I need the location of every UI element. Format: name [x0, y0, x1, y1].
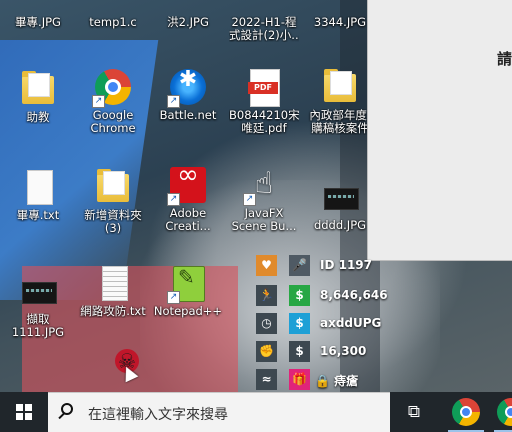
icon-label: dddd.JPG — [313, 219, 367, 232]
stats-row: ≈ 🎁 🔒 痔瘡 — [253, 369, 378, 391]
desktop-icon-battle-net[interactable]: ↗ Battle.net — [153, 68, 223, 122]
windows-logo-icon — [16, 404, 32, 420]
dollar-icon: $ — [289, 341, 310, 362]
taskbar-chrome-button-2[interactable] — [497, 398, 512, 426]
icon-label: Google — [92, 109, 134, 122]
taskbar-search-box[interactable]: 在這裡輸入文字來搜尋 — [48, 392, 390, 432]
desktop-icon-notepad-plus-plus[interactable]: ↗ Notepad++ — [153, 264, 223, 318]
desktop-icon-temp1-c[interactable]: temp1.c — [78, 16, 148, 29]
icon-label: 式設計(2)小... — [229, 29, 299, 42]
icon-label: 1111.JPG — [11, 326, 65, 339]
stats-row: ✊ $ 16,300 — [253, 341, 378, 363]
image-thumbnail-icon — [321, 178, 359, 216]
stats-row: ♥ 🎤 ID 1197 — [253, 255, 378, 277]
taskbar-chrome-button[interactable] — [452, 398, 480, 426]
stats-overlay-panel: ♥ 🎤 ID 1197 🏃 $ 8,646,646 ◷ $ axddUPG ✊ … — [253, 255, 388, 392]
stats-row: 🏃 $ 8,646,646 — [253, 285, 388, 307]
desktop-icon-hong2-jpg[interactable]: 洪2.JPG — [153, 16, 223, 29]
search-icon — [61, 403, 73, 415]
desktop-icon-neizhengbu[interactable]: 內政部年度. 購稿核案件 — [305, 68, 375, 135]
task-view-button[interactable]: ⧉ — [402, 400, 426, 424]
icon-label: temp1.c — [89, 16, 137, 29]
stats-row: ◷ $ axddUPG — [253, 313, 382, 335]
icon-label: 3344.JPG — [313, 16, 367, 29]
icon-label: 畢專.JPG — [15, 16, 61, 29]
heart-icon: ♥ — [256, 255, 277, 276]
text-file-icon — [94, 264, 132, 302]
icon-label: JavaFX — [244, 207, 284, 220]
folder-icon — [19, 70, 57, 108]
desktop-icon-javafx-scene-builder[interactable]: ☝ ↗ JavaFX Scene Bu... — [229, 166, 299, 233]
icon-label: 唯廷.pdf — [241, 122, 287, 135]
desktop-icon-3344-jpg[interactable]: 3344.JPG — [305, 16, 375, 29]
icon-label: 2022-H1-程 — [231, 16, 297, 29]
icon-label: 內政部年度. — [309, 109, 371, 122]
desktop[interactable]: 畢專.JPG temp1.c 洪2.JPG 2022-H1-程 式設計(2)小.… — [0, 0, 512, 392]
notepad-plus-plus-icon: ↗ — [167, 264, 207, 304]
desktop-icon-new-folder-3[interactable]: 新增資料夾 (3) — [78, 168, 148, 235]
icon-label: 新增資料夾 — [84, 209, 142, 222]
task-view-icon: ⧉ — [407, 402, 421, 422]
stats-id: ID 1197 — [320, 258, 373, 272]
icon-label: 助教 — [26, 111, 50, 124]
desktop-icon-google-chrome[interactable]: ↗ Google Chrome — [78, 68, 148, 135]
icon-label: 購稿核案件 — [311, 122, 369, 135]
stats-bank: axddUPG — [320, 316, 382, 330]
stats-cash: 8,646,646 — [320, 288, 388, 302]
mic-off-icon: 🎤 — [289, 255, 310, 276]
desktop-icon-bizhuan-jpg[interactable]: 畢專.JPG — [3, 16, 73, 29]
icon-label: 網路攻防.txt — [80, 305, 146, 318]
icon-label: Battle.net — [159, 109, 217, 122]
desktop-icon-network-attack-txt[interactable]: 網路攻防.txt — [78, 264, 148, 318]
clock-icon: ◷ — [256, 313, 277, 334]
start-button[interactable] — [0, 392, 48, 432]
icon-label: 擷取 — [26, 313, 50, 326]
desktop-icon-zhujiao[interactable]: 助教 — [3, 70, 73, 124]
icon-label: Notepad++ — [153, 305, 223, 318]
image-thumbnail-icon — [19, 272, 57, 310]
chrome-icon: ↗ — [92, 68, 132, 108]
desktop-icon-b0844210-pdf[interactable]: PDF B0844210宋 唯廷.pdf — [229, 68, 299, 135]
desktop-icon-capture-1111-jpg[interactable]: 擷取 1111.JPG — [3, 272, 73, 339]
battle-net-icon: ↗ — [167, 68, 207, 108]
dollar-icon: $ — [289, 313, 310, 334]
fist-icon: ✊ — [256, 341, 277, 362]
hand-pointer-icon: ☝ ↗ — [243, 166, 283, 206]
desktop-icon-dddd-jpg[interactable]: dddd.JPG — [305, 178, 375, 232]
folder-icon — [321, 68, 359, 106]
stats-job: 🔒 痔瘡 — [315, 374, 359, 388]
search-placeholder: 在這裡輸入文字來搜尋 — [88, 407, 228, 423]
icon-label: Chrome — [90, 122, 136, 135]
dollar-icon: $ — [289, 285, 310, 306]
icon-label: Creati... — [165, 220, 211, 233]
window-partial-text: 請 — [497, 50, 512, 68]
desktop-icon-2022-h1[interactable]: 2022-H1-程 式設計(2)小... — [229, 16, 299, 42]
icon-label: (3) — [104, 222, 122, 235]
icon-label: B0844210宋 — [229, 109, 299, 122]
swim-icon: ≈ — [256, 369, 277, 390]
icon-label: 洪2.JPG — [167, 16, 209, 29]
adobe-creative-cloud-icon: ↗ — [167, 166, 207, 206]
icon-label: Adobe — [169, 207, 207, 220]
running-icon: 🏃 — [256, 285, 277, 306]
desktop-icon-adobe-creative[interactable]: ↗ Adobe Creati... — [153, 166, 223, 233]
text-file-icon — [19, 168, 57, 206]
desktop-icon-bizhuan-txt[interactable]: 畢專.txt — [3, 168, 73, 222]
partial-window[interactable] — [367, 0, 512, 261]
gift-icon: 🎁 — [289, 369, 310, 390]
pdf-icon: PDF — [245, 68, 283, 107]
icon-label: Scene Bu... — [231, 220, 297, 233]
stats-dirty-money: 16,300 — [320, 344, 367, 358]
taskbar: 在這裡輸入文字來搜尋 ⧉ — [0, 392, 512, 432]
folder-icon — [94, 168, 132, 206]
icon-label: 畢專.txt — [16, 209, 60, 222]
